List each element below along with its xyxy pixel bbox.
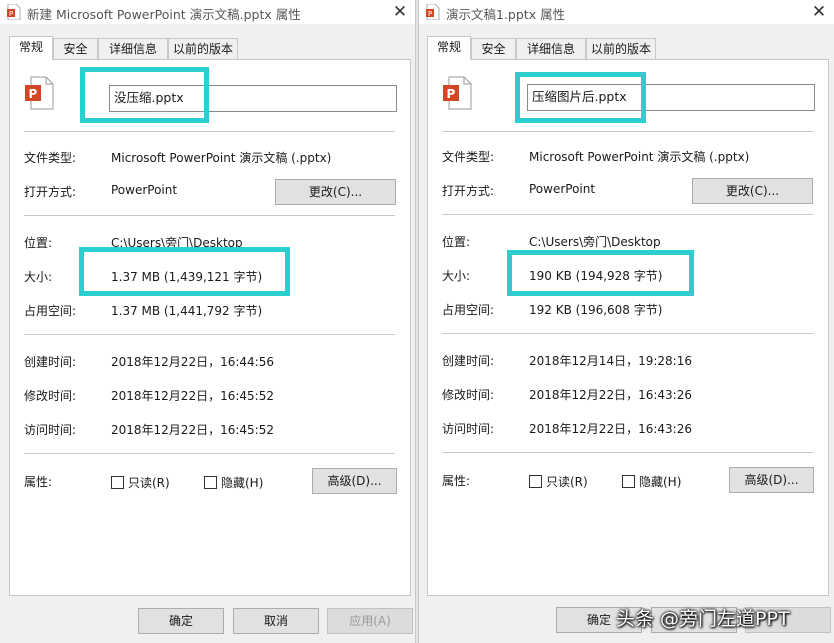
accessed-label: 访问时间: bbox=[442, 422, 495, 436]
size-label: 大小: bbox=[442, 269, 471, 283]
accessed-label: 访问时间: bbox=[24, 423, 77, 437]
apply-button[interactable]: 应用(A) bbox=[327, 608, 413, 634]
svg-text:P: P bbox=[29, 87, 38, 101]
tab-general[interactable]: 常规 bbox=[427, 36, 471, 60]
hidden-label: 隐藏(H) bbox=[221, 476, 264, 490]
powerpoint-icon: P bbox=[7, 4, 21, 20]
left-title-bar: P 新建 Microsoft PowerPoint 演示文稿.pptx 属性 ✕ bbox=[0, 0, 415, 24]
open-with-value: PowerPoint bbox=[111, 183, 178, 197]
modified-label: 修改时间: bbox=[24, 389, 77, 403]
divider bbox=[442, 452, 813, 453]
open-with-label: 打开方式: bbox=[442, 184, 495, 198]
left-properties-dialog: P 新建 Microsoft PowerPoint 演示文稿.pptx 属性 ✕… bbox=[0, 0, 415, 643]
right-properties-dialog: P 演示文稿1.pptx 属性 ✕ 常规 安全 详细信息 以前的版本 P 压缩图… bbox=[419, 0, 834, 643]
hidden-label: 隐藏(H) bbox=[639, 475, 682, 489]
checkbox-box[interactable] bbox=[529, 475, 542, 488]
divider bbox=[442, 333, 813, 334]
right-general-panel: P 压缩图片后.pptx 文件类型: Microsoft PowerPoint … bbox=[427, 59, 829, 596]
open-with-value: PowerPoint bbox=[529, 182, 596, 196]
pptx-file-icon: P bbox=[443, 76, 472, 110]
hidden-checkbox[interactable]: 隐藏(H) bbox=[204, 474, 263, 491]
right-title-bar: P 演示文稿1.pptx 属性 ✕ bbox=[419, 0, 834, 24]
attributes-label: 属性: bbox=[24, 475, 53, 489]
checkbox-box[interactable] bbox=[622, 475, 635, 488]
svg-text:P: P bbox=[9, 10, 13, 18]
change-button[interactable]: 更改(C)... bbox=[692, 178, 813, 204]
advanced-button[interactable]: 高级(D)... bbox=[312, 468, 397, 494]
file-type-label: 文件类型: bbox=[442, 150, 495, 164]
tab-security[interactable]: 安全 bbox=[471, 38, 516, 59]
file-type-value: Microsoft PowerPoint 演示文稿 (.pptx) bbox=[111, 151, 332, 165]
readonly-label: 只读(R) bbox=[128, 476, 170, 490]
size-on-disk-label: 占用空间: bbox=[442, 303, 495, 317]
created-label: 创建时间: bbox=[442, 354, 495, 368]
tab-details[interactable]: 详细信息 bbox=[516, 38, 586, 59]
created-value: 2018年12月22日，16:44:56 bbox=[111, 355, 274, 369]
divider bbox=[442, 214, 813, 215]
tab-previous-versions[interactable]: 以前的版本 bbox=[586, 38, 656, 59]
divider bbox=[442, 131, 813, 132]
size-label: 大小: bbox=[24, 270, 53, 284]
divider bbox=[24, 334, 395, 335]
location-value: C:\Users\旁门\Desktop bbox=[111, 236, 243, 250]
close-icon[interactable]: ✕ bbox=[389, 1, 411, 23]
attributes-label: 属性: bbox=[442, 474, 471, 488]
readonly-checkbox[interactable]: 只读(R) bbox=[529, 473, 588, 490]
size-on-disk-value: 192 KB (196,608 字节) bbox=[529, 303, 663, 317]
size-value: 1.37 MB (1,439,121 字节) bbox=[111, 270, 263, 284]
close-icon[interactable]: ✕ bbox=[808, 1, 830, 23]
size-value: 190 KB (194,928 字节) bbox=[529, 269, 663, 283]
watermark: 头条 @旁门左道PPT bbox=[616, 608, 790, 630]
size-on-disk-value: 1.37 MB (1,441,792 字节) bbox=[111, 304, 263, 318]
created-label: 创建时间: bbox=[24, 355, 77, 369]
advanced-button[interactable]: 高级(D)... bbox=[729, 467, 814, 493]
location-label: 位置: bbox=[24, 236, 53, 250]
modified-value: 2018年12月22日，16:43:26 bbox=[529, 388, 692, 402]
left-general-panel: P 没压缩.pptx 文件类型: Microsoft PowerPoint 演示… bbox=[9, 59, 411, 596]
pptx-file-icon: P bbox=[25, 76, 54, 110]
modified-label: 修改时间: bbox=[442, 388, 495, 402]
left-window-title: 新建 Microsoft PowerPoint 演示文稿.pptx 属性 bbox=[27, 7, 301, 22]
file-type-label: 文件类型: bbox=[24, 151, 77, 165]
readonly-label: 只读(R) bbox=[546, 475, 588, 489]
divider bbox=[24, 215, 395, 216]
tab-security[interactable]: 安全 bbox=[53, 38, 98, 59]
size-on-disk-label: 占用空间: bbox=[24, 304, 77, 318]
tab-general[interactable]: 常规 bbox=[9, 36, 53, 60]
accessed-value: 2018年12月22日，16:43:26 bbox=[529, 422, 692, 436]
file-name-field[interactable]: 压缩图片后.pptx bbox=[527, 84, 815, 111]
svg-text:P: P bbox=[447, 87, 456, 101]
location-label: 位置: bbox=[442, 235, 471, 249]
tab-previous-versions[interactable]: 以前的版本 bbox=[168, 38, 238, 59]
file-type-value: Microsoft PowerPoint 演示文稿 (.pptx) bbox=[529, 150, 750, 164]
divider bbox=[24, 453, 395, 454]
powerpoint-icon: P bbox=[426, 4, 440, 20]
ok-button[interactable]: 确定 bbox=[138, 608, 224, 634]
change-button[interactable]: 更改(C)... bbox=[275, 179, 396, 205]
readonly-checkbox[interactable]: 只读(R) bbox=[111, 474, 170, 491]
accessed-value: 2018年12月22日，16:45:52 bbox=[111, 423, 274, 437]
checkbox-box[interactable] bbox=[204, 476, 217, 489]
checkbox-box[interactable] bbox=[111, 476, 124, 489]
created-value: 2018年12月14日，19:28:16 bbox=[529, 354, 692, 368]
file-name-field[interactable]: 没压缩.pptx bbox=[109, 85, 397, 112]
location-value: C:\Users\旁门\Desktop bbox=[529, 235, 661, 249]
divider bbox=[24, 131, 395, 132]
svg-text:P: P bbox=[428, 10, 432, 18]
modified-value: 2018年12月22日，16:45:52 bbox=[111, 389, 274, 403]
open-with-label: 打开方式: bbox=[24, 185, 77, 199]
tab-details[interactable]: 详细信息 bbox=[98, 38, 168, 59]
cancel-button[interactable]: 取消 bbox=[233, 608, 319, 634]
right-window-title: 演示文稿1.pptx 属性 bbox=[446, 7, 566, 22]
hidden-checkbox[interactable]: 隐藏(H) bbox=[622, 473, 681, 490]
